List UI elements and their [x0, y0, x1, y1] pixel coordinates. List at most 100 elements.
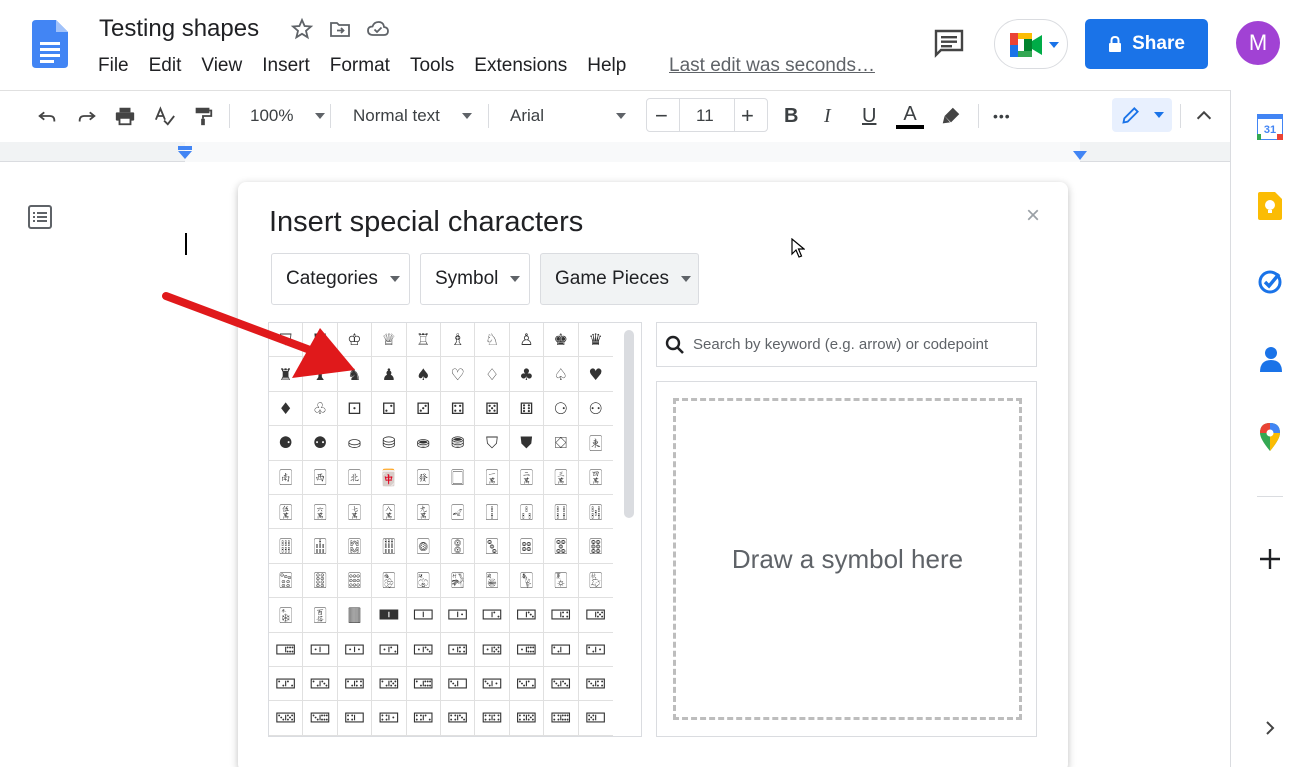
symbol-cell[interactable]: 🀻 [406, 632, 441, 667]
symbol-cell[interactable]: 🀫 [337, 598, 373, 633]
symbol-cell[interactable]: 🀠 [303, 563, 338, 599]
symbol-cell[interactable]: ⚂ [406, 391, 441, 427]
symbol-cell[interactable]: 🀷 [269, 632, 304, 667]
symbol-cell[interactable]: 🀴 [509, 598, 545, 633]
symbol-cell[interactable]: 🁁 [269, 666, 304, 702]
decrease-font-size-button[interactable]: − [655, 90, 668, 142]
symbol-cell[interactable]: ♢ [475, 357, 510, 392]
symbol-cell[interactable]: 🁂 [303, 666, 338, 702]
cloud-saved-icon[interactable] [366, 17, 390, 41]
symbol-cell[interactable]: 🀶 [578, 598, 613, 633]
increase-font-size-button[interactable]: + [741, 90, 754, 142]
symbol-cell[interactable]: 🀙 [406, 529, 441, 564]
collapse-menus-icon[interactable] [1193, 90, 1215, 142]
move-folder-icon[interactable] [328, 17, 352, 41]
symbol-cell[interactable]: ♛ [578, 323, 613, 358]
more-options-button[interactable]: ••• [993, 90, 1011, 142]
symbol-cell[interactable]: ♣ [509, 357, 545, 392]
symbol-cell[interactable]: 🀇 [475, 460, 510, 495]
keep-icon[interactable] [1258, 192, 1282, 220]
symbol-cell[interactable]: ♤ [544, 357, 579, 392]
symbol-cell[interactable]: 🀜 [509, 529, 545, 564]
meet-button[interactable] [994, 19, 1068, 69]
symbol-cell[interactable]: 🀡 [337, 563, 373, 599]
symbol-cell[interactable]: ♕ [372, 323, 407, 358]
print-icon[interactable] [114, 90, 136, 142]
font-select[interactable]: Arial [510, 90, 627, 142]
symbol-cell[interactable]: ♟ [372, 357, 407, 392]
symbol-cell[interactable]: ⚇ [578, 392, 613, 427]
symbol-cell[interactable]: 🀒 [509, 494, 545, 530]
symbol-cell[interactable]: ⚄ [475, 391, 510, 427]
font-size-input[interactable]: 11 [696, 90, 714, 142]
symbol-cell[interactable]: 🀩 [269, 598, 304, 633]
symbol-cell[interactable]: 🁋 [269, 701, 304, 736]
menu-insert[interactable]: Insert [262, 55, 310, 77]
menu-extensions[interactable]: Extensions [474, 55, 567, 77]
symbol-cell[interactable]: ⚉ [303, 426, 338, 461]
highlight-icon[interactable] [940, 90, 962, 142]
symbol-cell[interactable]: 🀔 [578, 495, 613, 530]
symbol-cell[interactable]: 🀐 [440, 494, 476, 530]
symbol-cell[interactable]: 🁆 [440, 666, 476, 702]
symbol-cell[interactable]: ♡ [440, 357, 476, 392]
symbol-cell[interactable]: 🀚 [440, 529, 476, 564]
expand-panel-chevron-icon[interactable] [1264, 719, 1276, 737]
symbol-cell[interactable]: 🀦 [509, 563, 545, 599]
editing-mode-button[interactable] [1112, 98, 1172, 132]
symbol-cell[interactable]: 🀨 [578, 564, 613, 599]
tasks-icon[interactable] [1257, 269, 1283, 295]
doc-title[interactable]: Testing shapes [99, 15, 259, 43]
symbol-cell[interactable]: 🁊 [578, 667, 613, 702]
symbol-cell[interactable]: 🀕 [269, 529, 304, 564]
symbol-cell[interactable]: 🀀 [578, 426, 613, 461]
symbol-cell[interactable]: ♠ [406, 357, 441, 392]
symbol-cell[interactable]: 🀑 [475, 494, 510, 530]
symbol-cell[interactable]: 🀵 [544, 598, 579, 633]
symbol-cell[interactable]: ⛁ [372, 426, 407, 461]
close-icon[interactable]: × [1026, 202, 1040, 230]
symbol-cell[interactable]: ⛃ [440, 426, 476, 461]
symbol-search-input[interactable]: Search by keyword (e.g. arrow) or codepo… [656, 322, 1037, 367]
symbol-cell[interactable]: 🀊 [578, 461, 613, 495]
symbol-cell[interactable]: 🀗 [337, 529, 373, 564]
document-outline-icon[interactable] [27, 204, 53, 230]
menu-help[interactable]: Help [587, 55, 626, 77]
symbol-cell[interactable]: 🀤 [440, 563, 476, 599]
spellcheck-icon[interactable] [154, 90, 176, 142]
symbol-cell[interactable]: 🀣 [406, 563, 441, 599]
symbol-cell[interactable]: 🀘 [372, 529, 407, 564]
symbol-cell[interactable]: ⚆ [544, 391, 579, 427]
symbol-cell[interactable]: 🀲 [440, 598, 476, 633]
symbol-cell[interactable]: 🀽 [475, 632, 510, 667]
underline-button[interactable]: U [862, 90, 876, 142]
symbol-cell[interactable]: 🀉 [544, 460, 579, 495]
symbol-cell[interactable]: 🁒 [509, 701, 545, 736]
italic-button[interactable]: I [824, 90, 831, 142]
symbol-cell[interactable]: ♖ [406, 323, 441, 358]
symbol-cell[interactable]: 🁃 [337, 666, 373, 702]
symbol-cell[interactable]: ♚ [544, 323, 579, 358]
menu-tools[interactable]: Tools [410, 55, 454, 77]
symbol-cell[interactable]: 🀓 [544, 494, 579, 530]
draw-symbol-area[interactable]: Draw a symbol here [656, 381, 1037, 737]
user-avatar[interactable]: M [1236, 21, 1280, 65]
symbol-cell[interactable]: 🁍 [337, 701, 373, 736]
symbol-cell[interactable]: 🁏 [406, 701, 441, 736]
symbol-cell[interactable]: 🁀 [578, 633, 613, 667]
share-button[interactable]: Share [1085, 19, 1208, 69]
symbol-cell[interactable]: ⛊ [509, 426, 545, 461]
draw-symbol-canvas[interactable]: Draw a symbol here [673, 398, 1022, 720]
symbol-cell[interactable]: 🁎 [372, 701, 407, 736]
menu-view[interactable]: View [201, 55, 242, 77]
contacts-icon[interactable] [1260, 346, 1282, 372]
symbol-grid-scrollbar[interactable] [624, 330, 634, 518]
docs-logo-icon[interactable] [32, 20, 68, 68]
symbol-cell[interactable]: 🁌 [303, 701, 338, 736]
symbol-dropdown[interactable]: Symbol [420, 253, 530, 305]
symbol-cell[interactable]: ⚁ [372, 391, 407, 427]
symbol-cell[interactable]: 🀹 [337, 632, 373, 667]
symbol-cell[interactable]: ♗ [440, 323, 476, 358]
symbol-cell[interactable]: 🀱 [406, 598, 441, 633]
symbol-cell[interactable]: 🁄 [372, 666, 407, 702]
